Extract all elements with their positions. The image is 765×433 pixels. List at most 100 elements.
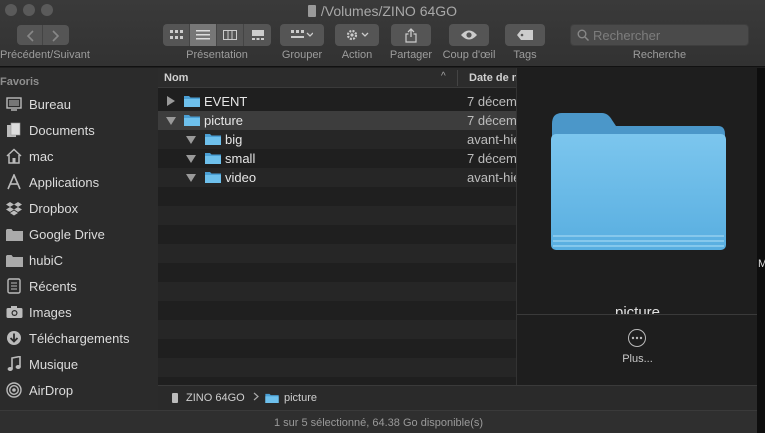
path-item-folder[interactable]: picture <box>265 392 317 404</box>
forward-button[interactable] <box>43 25 69 45</box>
group-icon <box>291 30 313 38</box>
gear-icon <box>346 29 369 41</box>
sidebar-item-downloads[interactable]: Téléchargements <box>0 325 158 351</box>
chevron-left-icon <box>26 30 34 42</box>
list-row-small[interactable]: small 7 décembre <box>158 149 516 168</box>
folder-icon <box>265 393 279 403</box>
empty-row <box>158 282 516 301</box>
disclosure-expanded-icon[interactable] <box>186 155 196 163</box>
sidebar-item-google-drive[interactable]: Google Drive <box>0 221 158 247</box>
quicklook-button[interactable] <box>449 24 489 46</box>
empty-row <box>158 263 516 282</box>
airdrop-icon <box>5 381 23 399</box>
list-icon <box>196 30 210 40</box>
sidebar-item-music[interactable]: Musique <box>0 351 158 377</box>
back-forward-control <box>17 25 69 45</box>
disclosure-collapsed-icon[interactable] <box>167 96 175 106</box>
desktop-icon <box>5 95 23 113</box>
sidebar-item-images[interactable]: Images <box>0 299 158 325</box>
folder-icon <box>5 225 23 243</box>
tag-icon <box>517 30 533 40</box>
action-button[interactable] <box>335 24 379 46</box>
back-button[interactable] <box>17 25 43 45</box>
list-row-big[interactable]: big avant-hier <box>158 130 516 149</box>
column-header-date[interactable]: Date de m <box>469 72 516 84</box>
empty-row <box>158 206 516 225</box>
share-button[interactable] <box>391 24 431 46</box>
disclosure-expanded-icon[interactable] <box>186 136 196 144</box>
file-list: Nom ^ Date de m EVENT 7 décembre picture… <box>158 68 516 385</box>
path-item-volume[interactable]: ZINO 64GO <box>172 392 245 404</box>
folder-icon <box>184 115 200 126</box>
folder-icon <box>5 251 23 269</box>
disclosure-expanded-icon[interactable] <box>166 117 176 125</box>
recents-icon <box>5 277 23 295</box>
disk-icon <box>172 393 178 403</box>
window-title: /Volumes/ZINO 64GO <box>0 3 765 19</box>
camera-icon <box>5 303 23 321</box>
search-input[interactable] <box>593 27 743 43</box>
empty-row <box>158 301 516 320</box>
column-view-button[interactable] <box>217 24 244 46</box>
grid-icon <box>169 30 183 39</box>
empty-row <box>158 339 516 358</box>
preview-actions: Plus... <box>517 315 757 385</box>
path-separator-icon <box>253 392 259 401</box>
chevron-right-icon <box>52 30 60 42</box>
view-mode-control <box>163 24 271 46</box>
preview-pane: picture Plus... <box>516 68 757 385</box>
empty-row <box>158 187 516 206</box>
action-label: Action <box>341 49 373 61</box>
sidebar-section-favorites: Favoris <box>0 76 40 88</box>
columns-icon <box>223 30 237 40</box>
empty-row <box>158 358 516 377</box>
home-icon <box>5 147 23 165</box>
sidebar: Favoris Bureau Documents mac Application… <box>0 68 158 433</box>
sidebar-item-bureau[interactable]: Bureau <box>0 91 158 117</box>
icon-view-button[interactable] <box>163 24 190 46</box>
folder-icon <box>205 134 221 145</box>
tags-button[interactable] <box>505 24 545 46</box>
more-label[interactable]: Plus... <box>517 353 757 365</box>
more-button[interactable] <box>628 329 646 347</box>
view-label: Présentation <box>186 49 248 61</box>
sidebar-item-recents[interactable]: Récents <box>0 273 158 299</box>
list-row-event[interactable]: EVENT 7 décembre <box>158 92 516 111</box>
column-divider[interactable] <box>457 70 458 86</box>
sidebar-item-hubic[interactable]: hubiC <box>0 247 158 273</box>
background-window-edge <box>757 68 765 433</box>
list-view-button[interactable] <box>190 24 217 46</box>
sidebar-item-mac[interactable]: mac <box>0 143 158 169</box>
disk-icon <box>307 5 316 17</box>
folder-icon <box>184 96 200 107</box>
sort-ascending-icon: ^ <box>441 71 446 82</box>
music-icon <box>5 355 23 373</box>
documents-icon <box>5 121 23 139</box>
group-button[interactable] <box>280 24 324 46</box>
column-header-name[interactable]: Nom <box>164 72 188 84</box>
share-icon <box>405 27 417 43</box>
empty-row <box>158 225 516 244</box>
list-row-picture[interactable]: picture 7 décembre <box>158 111 516 130</box>
empty-row <box>158 244 516 263</box>
sidebar-item-dropbox[interactable]: Dropbox <box>0 195 158 221</box>
disclosure-expanded-icon[interactable] <box>186 174 196 182</box>
background-window-letter: M <box>758 258 765 270</box>
sidebar-item-documents[interactable]: Documents <box>0 117 158 143</box>
toolbar: /Volumes/ZINO 64GO Précédent/Suivant Pré… <box>0 0 765 67</box>
group-label: Grouper <box>281 49 323 61</box>
search-label: Recherche <box>632 49 687 61</box>
search-field[interactable] <box>570 24 749 46</box>
folder-icon <box>205 153 221 164</box>
gallery-icon <box>251 30 264 40</box>
list-header: Nom ^ Date de m <box>158 68 516 88</box>
ellipsis-icon <box>631 336 643 340</box>
folder-icon <box>205 172 221 183</box>
list-row-video[interactable]: video avant-hier <box>158 168 516 187</box>
dropbox-icon <box>5 199 23 217</box>
path-bar: ZINO 64GO picture <box>158 385 757 410</box>
sidebar-item-airdrop[interactable]: AirDrop <box>0 377 158 403</box>
share-label: Partager <box>389 49 433 61</box>
gallery-view-button[interactable] <box>244 24 271 46</box>
sidebar-item-applications[interactable]: Applications <box>0 169 158 195</box>
